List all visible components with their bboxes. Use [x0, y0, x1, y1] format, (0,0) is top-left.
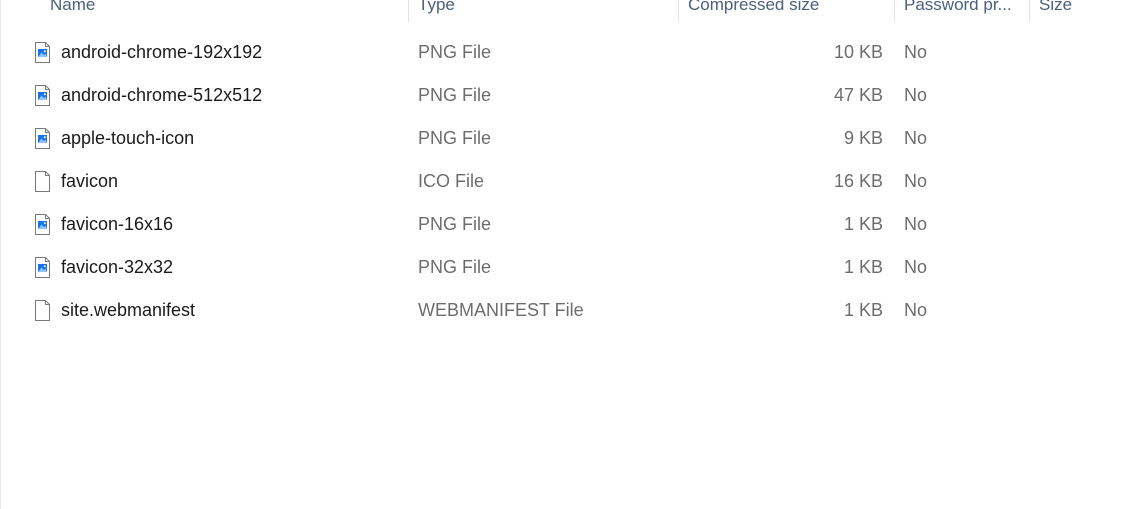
png-image-icon — [35, 85, 50, 106]
file-row[interactable]: android-chrome-192x192 PNG File 10 KB No — [1, 31, 1140, 74]
file-type: WEBMANIFEST File — [418, 300, 584, 320]
file-type: PNG File — [418, 214, 492, 234]
file-password-protected: No — [904, 214, 928, 234]
file-row[interactable]: site.webmanifest WEBMANIFEST File 1 KB N… — [1, 289, 1140, 332]
file-compressed-size: 16 KB — [833, 171, 883, 191]
file-type: PNG File — [418, 257, 492, 277]
column-divider[interactable] — [894, 0, 895, 22]
column-header-type[interactable]: Type — [418, 0, 455, 22]
file-password-protected: No — [904, 128, 928, 148]
column-header-size[interactable]: Size — [1039, 0, 1072, 22]
file-type: PNG File — [418, 128, 492, 148]
file-name: site.webmanifest — [61, 300, 196, 320]
file-compressed-size: 1 KB — [843, 214, 883, 234]
file-password-protected: No — [904, 42, 928, 62]
file-name: favicon — [61, 171, 119, 191]
file-name: favicon-32x32 — [61, 257, 174, 277]
file-row[interactable]: apple-touch-icon PNG File 9 KB No — [1, 117, 1140, 160]
file-password-protected: No — [904, 300, 928, 320]
file-row[interactable]: favicon-32x32 PNG File 1 KB No — [1, 246, 1140, 289]
file-compressed-size: 47 KB — [833, 85, 883, 105]
column-header-bar: Name Type Compressed size Password pr...… — [1, 0, 1140, 22]
png-image-icon — [35, 128, 50, 149]
file-compressed-size: 9 KB — [843, 128, 883, 148]
png-image-icon — [35, 214, 50, 235]
column-divider[interactable] — [1029, 0, 1030, 22]
file-compressed-size: 10 KB — [833, 42, 883, 62]
blank-file-icon — [35, 300, 50, 321]
column-divider[interactable] — [678, 0, 679, 22]
column-header-compressed-size[interactable]: Compressed size — [688, 0, 819, 22]
column-header-password[interactable]: Password pr... — [904, 0, 1012, 22]
file-type: PNG File — [418, 85, 492, 105]
column-header-name[interactable]: Name — [50, 0, 95, 22]
file-row[interactable]: android-chrome-512x512 PNG File 47 KB No — [1, 74, 1140, 117]
column-divider[interactable] — [408, 0, 409, 22]
file-compressed-size: 1 KB — [843, 257, 883, 277]
file-password-protected: No — [904, 257, 928, 277]
file-type: ICO File — [418, 171, 485, 191]
file-password-protected: No — [904, 171, 928, 191]
file-row[interactable]: favicon ICO File 16 KB No — [1, 160, 1140, 203]
file-name: apple-touch-icon — [61, 128, 195, 148]
file-type: PNG File — [418, 42, 492, 62]
file-name: android-chrome-512x512 — [61, 85, 263, 105]
png-image-icon — [35, 257, 50, 278]
file-row[interactable]: favicon-16x16 PNG File 1 KB No — [1, 203, 1140, 246]
file-name: android-chrome-192x192 — [61, 42, 263, 62]
file-password-protected: No — [904, 85, 928, 105]
png-image-icon — [35, 42, 50, 63]
file-list-pane: Name Type Compressed size Password pr...… — [0, 0, 1140, 509]
file-compressed-size: 1 KB — [843, 300, 883, 320]
file-name: favicon-16x16 — [61, 214, 174, 234]
blank-file-icon — [35, 171, 50, 192]
